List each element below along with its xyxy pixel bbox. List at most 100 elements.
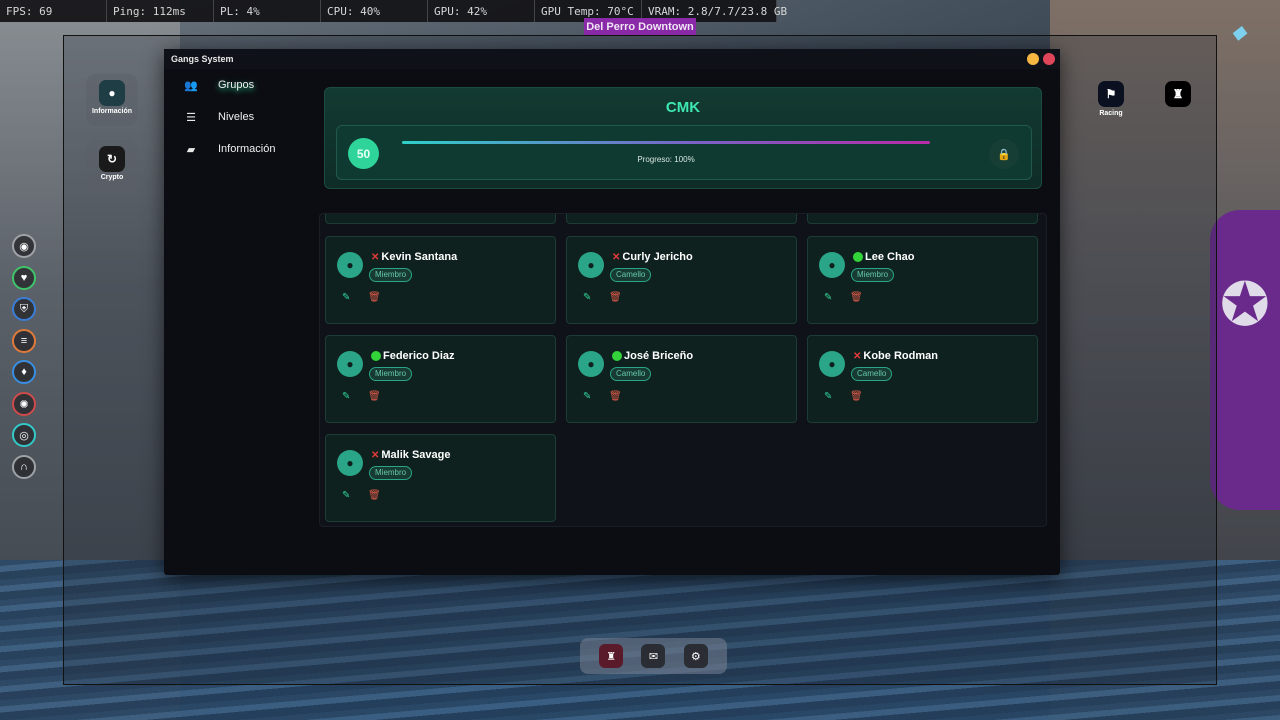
avatar-icon: ● xyxy=(337,450,363,476)
sidebar-item-niveles[interactable]: ☰ Niveles xyxy=(164,101,314,133)
minimize-button[interactable] xyxy=(1027,53,1039,65)
lock-icon[interactable]: 🔒 xyxy=(989,139,1019,169)
member-card-stub xyxy=(807,214,1038,224)
delete-icon[interactable]: 🗑 xyxy=(609,391,622,402)
avatar-icon: ● xyxy=(819,351,845,377)
app-informacion[interactable]: ● Información xyxy=(86,74,138,126)
stress-icon: ✺ xyxy=(12,392,36,416)
member-role-badge: Camello xyxy=(851,367,893,381)
sidebar-nav: 👥 Grupos ☰ Niveles ▰ Información xyxy=(164,69,314,165)
health-icon: ♥ xyxy=(12,266,36,290)
gang-card: CMK 50 Progreso: 100% 🔒 xyxy=(324,87,1042,189)
edit-icon[interactable]: ✎ xyxy=(342,292,350,303)
sidebar-item-grupos[interactable]: 👥 Grupos xyxy=(164,69,314,101)
member-role-badge: Miembro xyxy=(369,367,413,381)
thirst-icon: ♦ xyxy=(12,360,36,384)
hud-ping: Ping: 112ms xyxy=(107,0,214,22)
info-icon: ● xyxy=(99,80,125,106)
app-label: Información xyxy=(91,108,133,115)
delete-icon[interactable]: 🗑 xyxy=(850,391,863,402)
member-card-stub xyxy=(325,214,556,224)
edit-icon[interactable]: ✎ xyxy=(824,391,832,402)
gang-icon: ♜ xyxy=(1165,81,1191,107)
member-card: ● José Briceño Camello ✎ 🗑 xyxy=(566,335,797,423)
delete-icon[interactable]: 🗑 xyxy=(850,292,863,303)
armor-icon: ⛨ xyxy=(12,297,36,321)
settings-icon: ⚙ xyxy=(690,650,701,663)
gang-name: CMK xyxy=(665,99,701,116)
window-titlebar: Gangs System xyxy=(164,49,1060,69)
car-star-decal: ✪ xyxy=(1219,271,1270,338)
edit-icon[interactable]: ✎ xyxy=(342,490,350,501)
member-card: ● Federico Diaz Miembro ✎ 🗑 xyxy=(325,335,556,423)
delete-icon[interactable]: 🗑 xyxy=(368,490,381,501)
member-card: ● ✕ Curly Jericho Camello ✎ 🗑 xyxy=(566,236,797,324)
member-name: Kobe Rodman xyxy=(863,350,938,362)
online-icon xyxy=(371,351,381,361)
dock-gang-button[interactable]: ♜ xyxy=(599,644,624,668)
member-card: ● ✕ Kevin Santana Miembro ✎ 🗑 xyxy=(325,236,556,324)
sidebar-item-label: Niveles xyxy=(218,111,255,123)
member-role-badge: Camello xyxy=(610,268,652,282)
members-grid: ● ✕ Kevin Santana Miembro ✎ 🗑 ● ✕ Curly Jericho C… xyxy=(319,213,1047,527)
edit-icon[interactable]: ✎ xyxy=(342,391,350,402)
offline-icon: ✕ xyxy=(853,350,862,362)
edit-icon[interactable]: ✎ xyxy=(583,391,591,402)
offline-icon: ✕ xyxy=(371,449,380,461)
progress-text: Progreso: 100% xyxy=(637,155,695,164)
member-name: Lee Chao xyxy=(865,251,915,263)
online-icon xyxy=(853,252,863,262)
window-title: Gangs System xyxy=(171,54,234,64)
sidebar-item-informacion[interactable]: ▰ Información xyxy=(164,133,314,165)
app-racing[interactable]: ⚑ Racing xyxy=(1087,81,1135,117)
delete-icon[interactable]: 🗑 xyxy=(609,292,622,303)
level-badge: 50 xyxy=(348,138,379,169)
hunger-icon: ≡ xyxy=(12,329,36,353)
avatar-icon: ● xyxy=(337,351,363,377)
users-icon: 👥 xyxy=(184,79,198,92)
voice-icon: ◉ xyxy=(12,234,36,258)
member-card: ● ✕ Malik Savage Miembro ✎ 🗑 xyxy=(325,434,556,522)
crypto-icon: ↻ xyxy=(99,146,125,172)
close-button[interactable] xyxy=(1043,53,1055,65)
dock: ♜ ✉ ⚙ xyxy=(580,638,727,674)
member-card-stub xyxy=(566,214,797,224)
hud-cpu: CPU: 40% xyxy=(321,0,428,22)
eye-icon: ◎ xyxy=(12,423,36,447)
flag-icon: ⚑ xyxy=(1098,81,1124,107)
background-car xyxy=(1210,210,1280,510)
location-banner: Del Perro Downtown xyxy=(584,18,696,36)
hud-gpu: GPU: 42% xyxy=(428,0,535,22)
avatar-icon: ● xyxy=(337,252,363,278)
avatar-icon: ● xyxy=(578,351,604,377)
edit-icon[interactable]: ✎ xyxy=(824,292,832,303)
main-content: CMK 50 Progreso: 100% 🔒 ● ✕ Kevin Santana M… xyxy=(314,69,1060,575)
delete-icon[interactable]: 🗑 xyxy=(368,292,381,303)
app-crypto[interactable]: ↻ Crypto xyxy=(86,140,138,192)
gangs-window: Gangs System 👥 Grupos ☰ Niveles ▰ Inform… xyxy=(164,49,1060,575)
progress-fill xyxy=(402,141,930,144)
offline-icon: ✕ xyxy=(612,251,621,263)
member-name: Federico Diaz xyxy=(383,350,455,362)
avatar-icon: ● xyxy=(819,252,845,278)
hud-fps: FPS: 69 xyxy=(0,0,107,22)
edit-icon[interactable]: ✎ xyxy=(583,292,591,303)
member-role-badge: Miembro xyxy=(369,268,413,282)
folder-star-icon: ▰ xyxy=(186,143,196,156)
delete-icon[interactable]: 🗑 xyxy=(368,391,381,402)
seatbelt-icon: ∩ xyxy=(12,455,36,479)
offline-icon: ✕ xyxy=(371,251,380,263)
member-role-badge: Camello xyxy=(610,367,652,381)
dock-settings-button[interactable]: ⚙ xyxy=(683,644,708,668)
member-name: Malik Savage xyxy=(381,449,451,461)
member-role-badge: Miembro xyxy=(851,268,895,282)
level-panel: 50 Progreso: 100% 🔒 xyxy=(336,125,1032,180)
app-label: Racing xyxy=(1099,110,1123,117)
progress-bar xyxy=(402,141,930,144)
gang-icon: ♜ xyxy=(606,650,617,663)
member-card: ● ✕ Kobe Rodman Camello ✎ 🗑 xyxy=(807,335,1038,423)
dock-mail-button[interactable]: ✉ xyxy=(641,644,666,668)
sidebar-item-label: Grupos xyxy=(218,79,255,91)
server-logo: ◆ xyxy=(1232,22,1246,42)
app-gangs[interactable]: ♜ xyxy=(1154,81,1202,110)
